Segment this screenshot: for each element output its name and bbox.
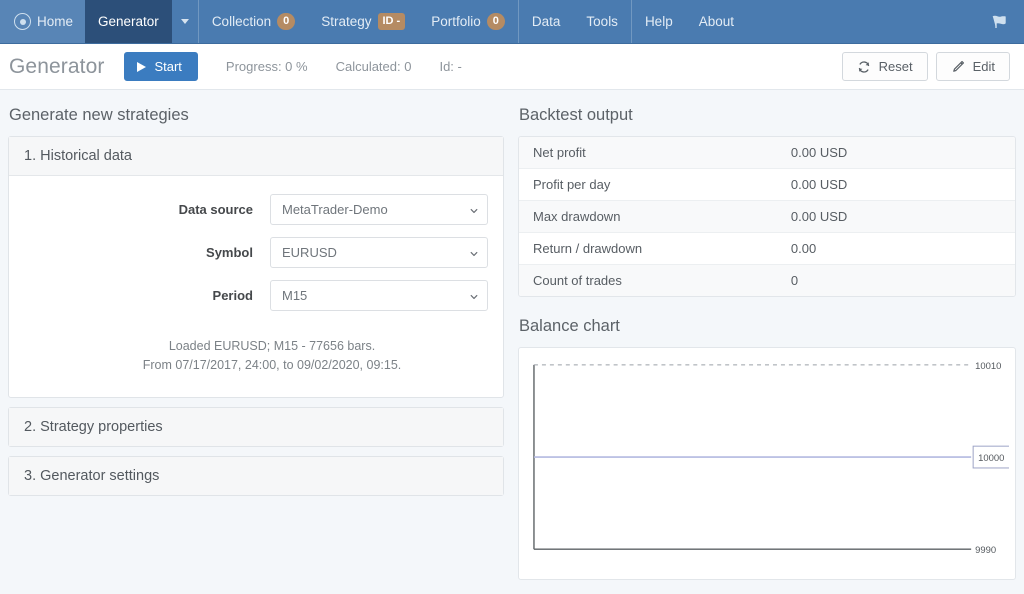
balance-chart-container: 10000 10010 9990 [518, 347, 1016, 580]
profit-per-day-value: 0.00 USD [776, 168, 1015, 201]
start-button[interactable]: Start [124, 52, 198, 81]
symbol-select[interactable]: EURUSD [270, 237, 488, 268]
chart-ytick-top: 10010 [975, 360, 1001, 371]
left-column: Generate new strategies 1. Historical da… [8, 104, 504, 594]
panel-historical-data-header[interactable]: 1. Historical data [9, 137, 503, 176]
edit-button[interactable]: Edit [935, 52, 1010, 81]
nav-group-entities: Collection 0 Strategy ID - Portfolio 0 [199, 0, 518, 43]
profit-per-day-label: Profit per day [519, 168, 777, 201]
symbol-label: Symbol [206, 245, 253, 260]
nav-item-home-label: Home [37, 14, 74, 29]
panel-generator-settings: 3. Generator settings [8, 456, 504, 496]
nav-item-about-label: About [698, 14, 734, 29]
max-drawdown-label: Max drawdown [519, 200, 777, 233]
chart-ytick-bottom: 9990 [975, 544, 996, 555]
reset-button[interactable]: Reset [841, 52, 928, 81]
backtest-output-table-container: Net profit 0.00 USD Profit per day 0.00 … [518, 136, 1016, 297]
nav-item-generator[interactable]: Generator [85, 0, 172, 43]
panel-strategy-properties-header[interactable]: 2. Strategy properties [9, 408, 503, 446]
count-of-trades-value: 0 [790, 273, 799, 288]
strategy-id-badge: ID - [377, 13, 406, 30]
collection-count-badge: 0 [277, 13, 296, 30]
nav-item-portfolio-label: Portfolio [431, 14, 481, 29]
nav-item-tools-label: Tools [586, 14, 618, 29]
period-label: Period [212, 288, 253, 303]
chevron-down-icon [180, 19, 189, 24]
chart-highlight-label: 10000 [978, 452, 1004, 463]
balance-chart-svg: 10000 10010 9990 [533, 360, 1009, 555]
return-drawdown-label: Return / drawdown [519, 232, 777, 265]
backtest-output-table: Net profit 0.00 USD Profit per day 0.00 … [519, 137, 1015, 296]
panel-strategy-properties: 2. Strategy properties [8, 407, 504, 447]
main-content: Generate new strategies 1. Historical da… [0, 90, 1024, 594]
form-row-symbol: Symbol EURUSD [23, 237, 489, 268]
loaded-data-line-1: Loaded EURUSD; M15 - 77656 bars. [168, 339, 376, 353]
data-source-select-wrap: MetaTrader-Demo [270, 194, 488, 225]
generate-strategies-heading: Generate new strategies [9, 106, 189, 124]
play-icon [137, 61, 147, 72]
nav-item-strategy-label: Strategy [321, 14, 372, 29]
nav-generator-dropdown-toggle[interactable] [172, 0, 198, 43]
period-select-wrap: M15 [270, 280, 488, 311]
nav-item-data[interactable]: Data [519, 0, 574, 43]
run-status-group: Progress: 0 % Calculated: 0 Id: - [226, 59, 462, 74]
pencil-icon [951, 60, 965, 74]
start-button-label: Start [154, 59, 182, 74]
data-source-select[interactable]: MetaTrader-Demo [270, 194, 488, 225]
max-drawdown-value: 0.00 USD [776, 200, 1015, 233]
net-profit-value: 0.00 USD [776, 137, 1015, 169]
panel-generator-settings-header[interactable]: 3. Generator settings [9, 457, 503, 495]
table-row: Max drawdown 0.00 USD [519, 200, 1015, 233]
flag-icon[interactable] [991, 14, 1010, 30]
panel-historical-data: 1. Historical data Data source MetaTrade… [8, 136, 504, 398]
nav-item-generator-label: Generator [98, 14, 159, 29]
nav-item-home[interactable]: Home [0, 0, 86, 43]
nav-item-about[interactable]: About [686, 0, 747, 43]
form-row-data-source: Data source MetaTrader-Demo [23, 194, 489, 225]
nav-item-collection-label: Collection [211, 14, 272, 29]
portfolio-count-badge: 0 [486, 13, 505, 30]
calculated-status: Calculated: 0 [335, 59, 412, 74]
refresh-icon [857, 60, 871, 74]
return-drawdown-value: 0.00 [776, 232, 1015, 265]
period-select[interactable]: M15 [270, 280, 488, 311]
nav-group-tools: Data Tools [519, 0, 631, 43]
edit-button-label: Edit [972, 59, 995, 74]
nav-group-primary: Home Generator [0, 0, 198, 43]
circle-dot-logo-icon [14, 13, 31, 30]
data-source-label: Data source [178, 202, 253, 217]
nav-group-support: Help About [632, 0, 747, 43]
nav-item-portfolio[interactable]: Portfolio 0 [418, 0, 518, 43]
table-row: Return / drawdown 0.00 [519, 232, 1015, 265]
nav-item-help-label: Help [644, 14, 673, 29]
loaded-data-line-2: From 07/17/2017, 24:00, to 09/02/2020, 0… [142, 358, 402, 372]
id-status: Id: - [439, 59, 462, 74]
right-column: Backtest output Net profit 0.00 USD Prof… [518, 104, 1016, 594]
reset-button-label: Reset [878, 59, 913, 74]
toolbar-actions: Reset Edit [841, 52, 1010, 81]
nav-item-strategy[interactable]: Strategy ID - [308, 0, 418, 43]
nav-item-collection[interactable]: Collection 0 [199, 0, 308, 43]
table-row: Profit per day 0.00 USD [519, 168, 1015, 201]
net-profit-label: Net profit [519, 137, 777, 169]
loaded-data-info: Loaded EURUSD; M15 - 77656 bars. From 07… [23, 337, 489, 375]
symbol-select-wrap: EURUSD [270, 237, 488, 268]
nav-right-area [991, 0, 1024, 43]
progress-status: Progress: 0 % [225, 59, 308, 74]
page-toolbar: Generator Start Progress: 0 % Calculated… [0, 44, 1024, 90]
table-row: Net profit 0.00 USD [519, 137, 1015, 169]
balance-chart-heading: Balance chart [519, 317, 620, 335]
top-navigation-bar: Home Generator Collection 0 Strategy ID … [0, 0, 1024, 44]
panel-historical-data-body: Data source MetaTrader-Demo Symbol EURUS… [9, 176, 503, 397]
form-row-period: Period M15 [23, 280, 489, 311]
nav-item-help[interactable]: Help [632, 0, 686, 43]
nav-item-data-label: Data [531, 14, 561, 29]
backtest-output-heading: Backtest output [519, 106, 633, 124]
page-title: Generator [9, 54, 105, 78]
table-row: Count of trades 0 [519, 264, 1015, 296]
count-of-trades-label: Count of trades [533, 273, 622, 288]
nav-item-tools[interactable]: Tools [573, 0, 631, 43]
